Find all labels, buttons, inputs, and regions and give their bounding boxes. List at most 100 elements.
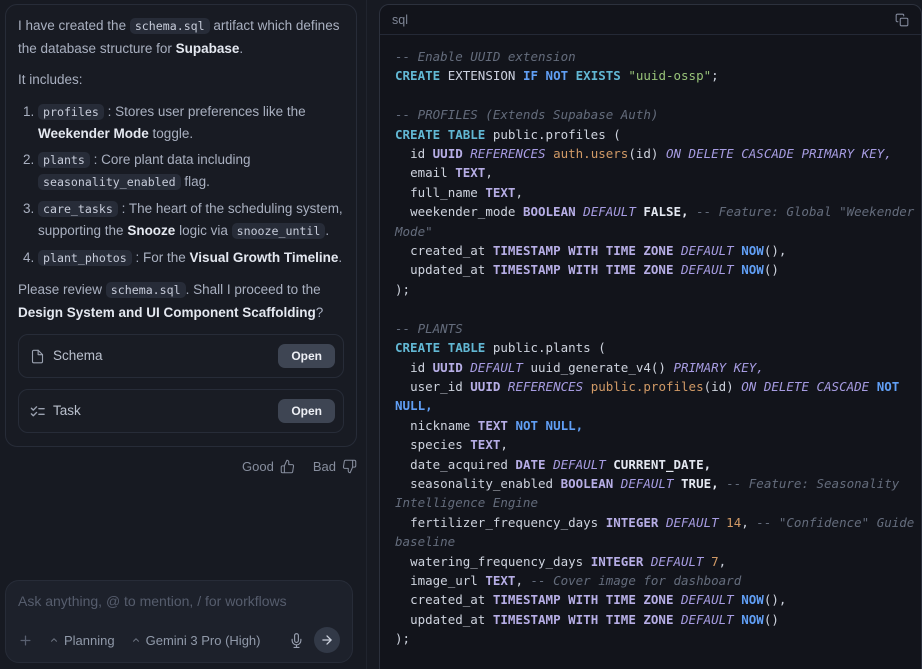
code-line: image_url TEXT, -- Cover image for dashb…: [395, 571, 916, 590]
code-line: nickname TEXT NOT NULL,: [395, 416, 916, 435]
text-segment: .: [239, 41, 243, 56]
code-line: watering_frequency_days INTEGER DEFAULT …: [395, 552, 916, 571]
code-line: user_id UUID REFERENCES public.profiles(…: [395, 377, 916, 416]
list-item: care_tasks : The heart of the scheduling…: [38, 198, 344, 243]
composer-toolbar: Planning Gemini 3 Pro (High): [18, 627, 340, 653]
text-segment: logic via: [175, 223, 231, 238]
attachment-card[interactable]: Task Open: [18, 389, 344, 433]
code-line: -- PLANTS: [395, 319, 916, 338]
text-segment: Snooze: [127, 223, 175, 238]
inline-code: schema.sql: [106, 282, 186, 298]
mode-selector[interactable]: Planning: [49, 633, 115, 648]
panel-divider: [366, 0, 367, 669]
good-button[interactable]: Good: [242, 459, 295, 474]
app-root: I have created the schema.sql artifact w…: [0, 0, 922, 669]
composer-input[interactable]: [18, 593, 340, 609]
message-paragraph: I have created the schema.sql artifact w…: [18, 15, 344, 59]
mic-button[interactable]: [289, 633, 304, 648]
bad-button[interactable]: Bad: [313, 459, 357, 474]
mode-label: Planning: [64, 633, 115, 648]
code-line: species TEXT,: [395, 435, 916, 454]
document-icon: [30, 349, 45, 364]
inline-code: schema.sql: [130, 18, 210, 34]
attachment-list: Schema Open Task Open: [18, 334, 344, 433]
attachment-label: Task: [53, 400, 81, 422]
code-line: full_name TEXT,: [395, 183, 916, 202]
thumbs-up-icon: [280, 459, 295, 474]
arrow-right-icon: [320, 633, 334, 647]
bad-label: Bad: [313, 459, 336, 474]
code-line: id UUID REFERENCES auth.users(id) ON DEL…: [395, 144, 916, 163]
text-segment: It includes:: [18, 72, 83, 87]
code-line: date_acquired DATE DEFAULT CURRENT_DATE,: [395, 455, 916, 474]
model-label: Gemini 3 Pro (High): [146, 633, 261, 648]
checklist-icon: [30, 404, 45, 419]
code-line: updated_at TIMESTAMP WITH TIME ZONE DEFA…: [395, 610, 916, 629]
copy-icon: [895, 13, 909, 27]
code-line: created_at TIMESTAMP WITH TIME ZONE DEFA…: [395, 241, 916, 260]
text-segment: Weekender Mode: [38, 126, 149, 141]
chevron-up-icon: [131, 635, 141, 645]
text-segment: I have created the: [18, 18, 130, 33]
text-segment: Please review: [18, 282, 106, 297]
inline-code: seasonality_enabled: [38, 174, 181, 190]
code-line: seasonality_enabled BOOLEAN DEFAULT TRUE…: [395, 474, 916, 513]
code-line: );: [395, 280, 916, 299]
code-line: );: [395, 629, 916, 648]
feedback-row: Good Bad: [5, 459, 357, 474]
code-line: CREATE EXTENSION IF NOT EXISTS "uuid-oss…: [395, 66, 916, 85]
text-segment: Design System and UI Component Scaffoldi…: [18, 305, 316, 320]
attachment-label: Schema: [53, 345, 103, 367]
inline-code: profiles: [38, 104, 104, 120]
code-line: updated_at TIMESTAMP WITH TIME ZONE DEFA…: [395, 260, 916, 279]
chevron-up-icon: [49, 635, 59, 645]
inline-code: snooze_until: [232, 223, 326, 239]
code-line: [395, 299, 916, 318]
code-content: -- Enable UUID extensionCREATE EXTENSION…: [380, 35, 916, 669]
message-paragraph: Please review schema.sql. Shall I procee…: [18, 279, 344, 323]
good-label: Good: [242, 459, 274, 474]
model-selector[interactable]: Gemini 3 Pro (High): [131, 633, 261, 648]
code-line: [395, 86, 916, 105]
open-button[interactable]: Open: [278, 344, 335, 368]
code-line: [395, 649, 916, 668]
code-line: CREATE TABLE public.profiles (: [395, 125, 916, 144]
message-paragraph: It includes:: [18, 69, 344, 91]
list-item: plant_photos : For the Visual Growth Tim…: [38, 247, 344, 270]
code-line: CREATE TABLE public.plants (: [395, 338, 916, 357]
inline-code: plants: [38, 152, 90, 168]
copy-code-button[interactable]: [895, 13, 909, 27]
code-line: -- Enable UUID extension: [395, 47, 916, 66]
code-panel: sql -- Enable UUID extensionCREATE EXTEN…: [379, 4, 922, 669]
code-line: fertilizer_frequency_days INTEGER DEFAUL…: [395, 513, 916, 552]
text-segment: Supabase: [176, 41, 240, 56]
inline-code: care_tasks: [38, 201, 118, 217]
code-header: sql: [380, 5, 921, 35]
composer[interactable]: Planning Gemini 3 Pro (High): [5, 580, 353, 663]
list-item: profiles : Stores user preferences like …: [38, 101, 344, 145]
send-button[interactable]: [314, 627, 340, 653]
message-body: I have created the schema.sql artifact w…: [18, 15, 344, 323]
code-language-label: sql: [392, 13, 408, 27]
text-segment: ?: [316, 305, 324, 320]
message-list: profiles : Stores user preferences like …: [18, 101, 344, 270]
code-line: weekender_mode BOOLEAN DEFAULT FALSE, --…: [395, 202, 916, 241]
inline-code: plant_photos: [38, 250, 132, 266]
code-line: email TEXT,: [395, 163, 916, 182]
text-segment: Visual Growth Timeline: [190, 250, 339, 265]
text-segment: .: [338, 250, 342, 265]
text-segment: . Shall I proceed to the: [186, 282, 321, 297]
text-segment: : For the: [132, 250, 190, 265]
text-segment: : Core plant data including: [90, 152, 251, 167]
attachment-card[interactable]: Schema Open: [18, 334, 344, 378]
text-segment: : Stores user preferences like the: [104, 104, 306, 119]
code-line: -- PROFILES (Extends Supabase Auth): [395, 105, 916, 124]
code-line: created_at TIMESTAMP WITH TIME ZONE DEFA…: [395, 590, 916, 609]
open-button[interactable]: Open: [278, 399, 335, 423]
chat-panel: I have created the schema.sql artifact w…: [0, 0, 366, 669]
assistant-message: I have created the schema.sql artifact w…: [5, 4, 357, 447]
add-attachment-button[interactable]: [18, 633, 33, 648]
thumbs-down-icon: [342, 459, 357, 474]
text-segment: toggle.: [149, 126, 193, 141]
text-segment: flag.: [181, 174, 210, 189]
